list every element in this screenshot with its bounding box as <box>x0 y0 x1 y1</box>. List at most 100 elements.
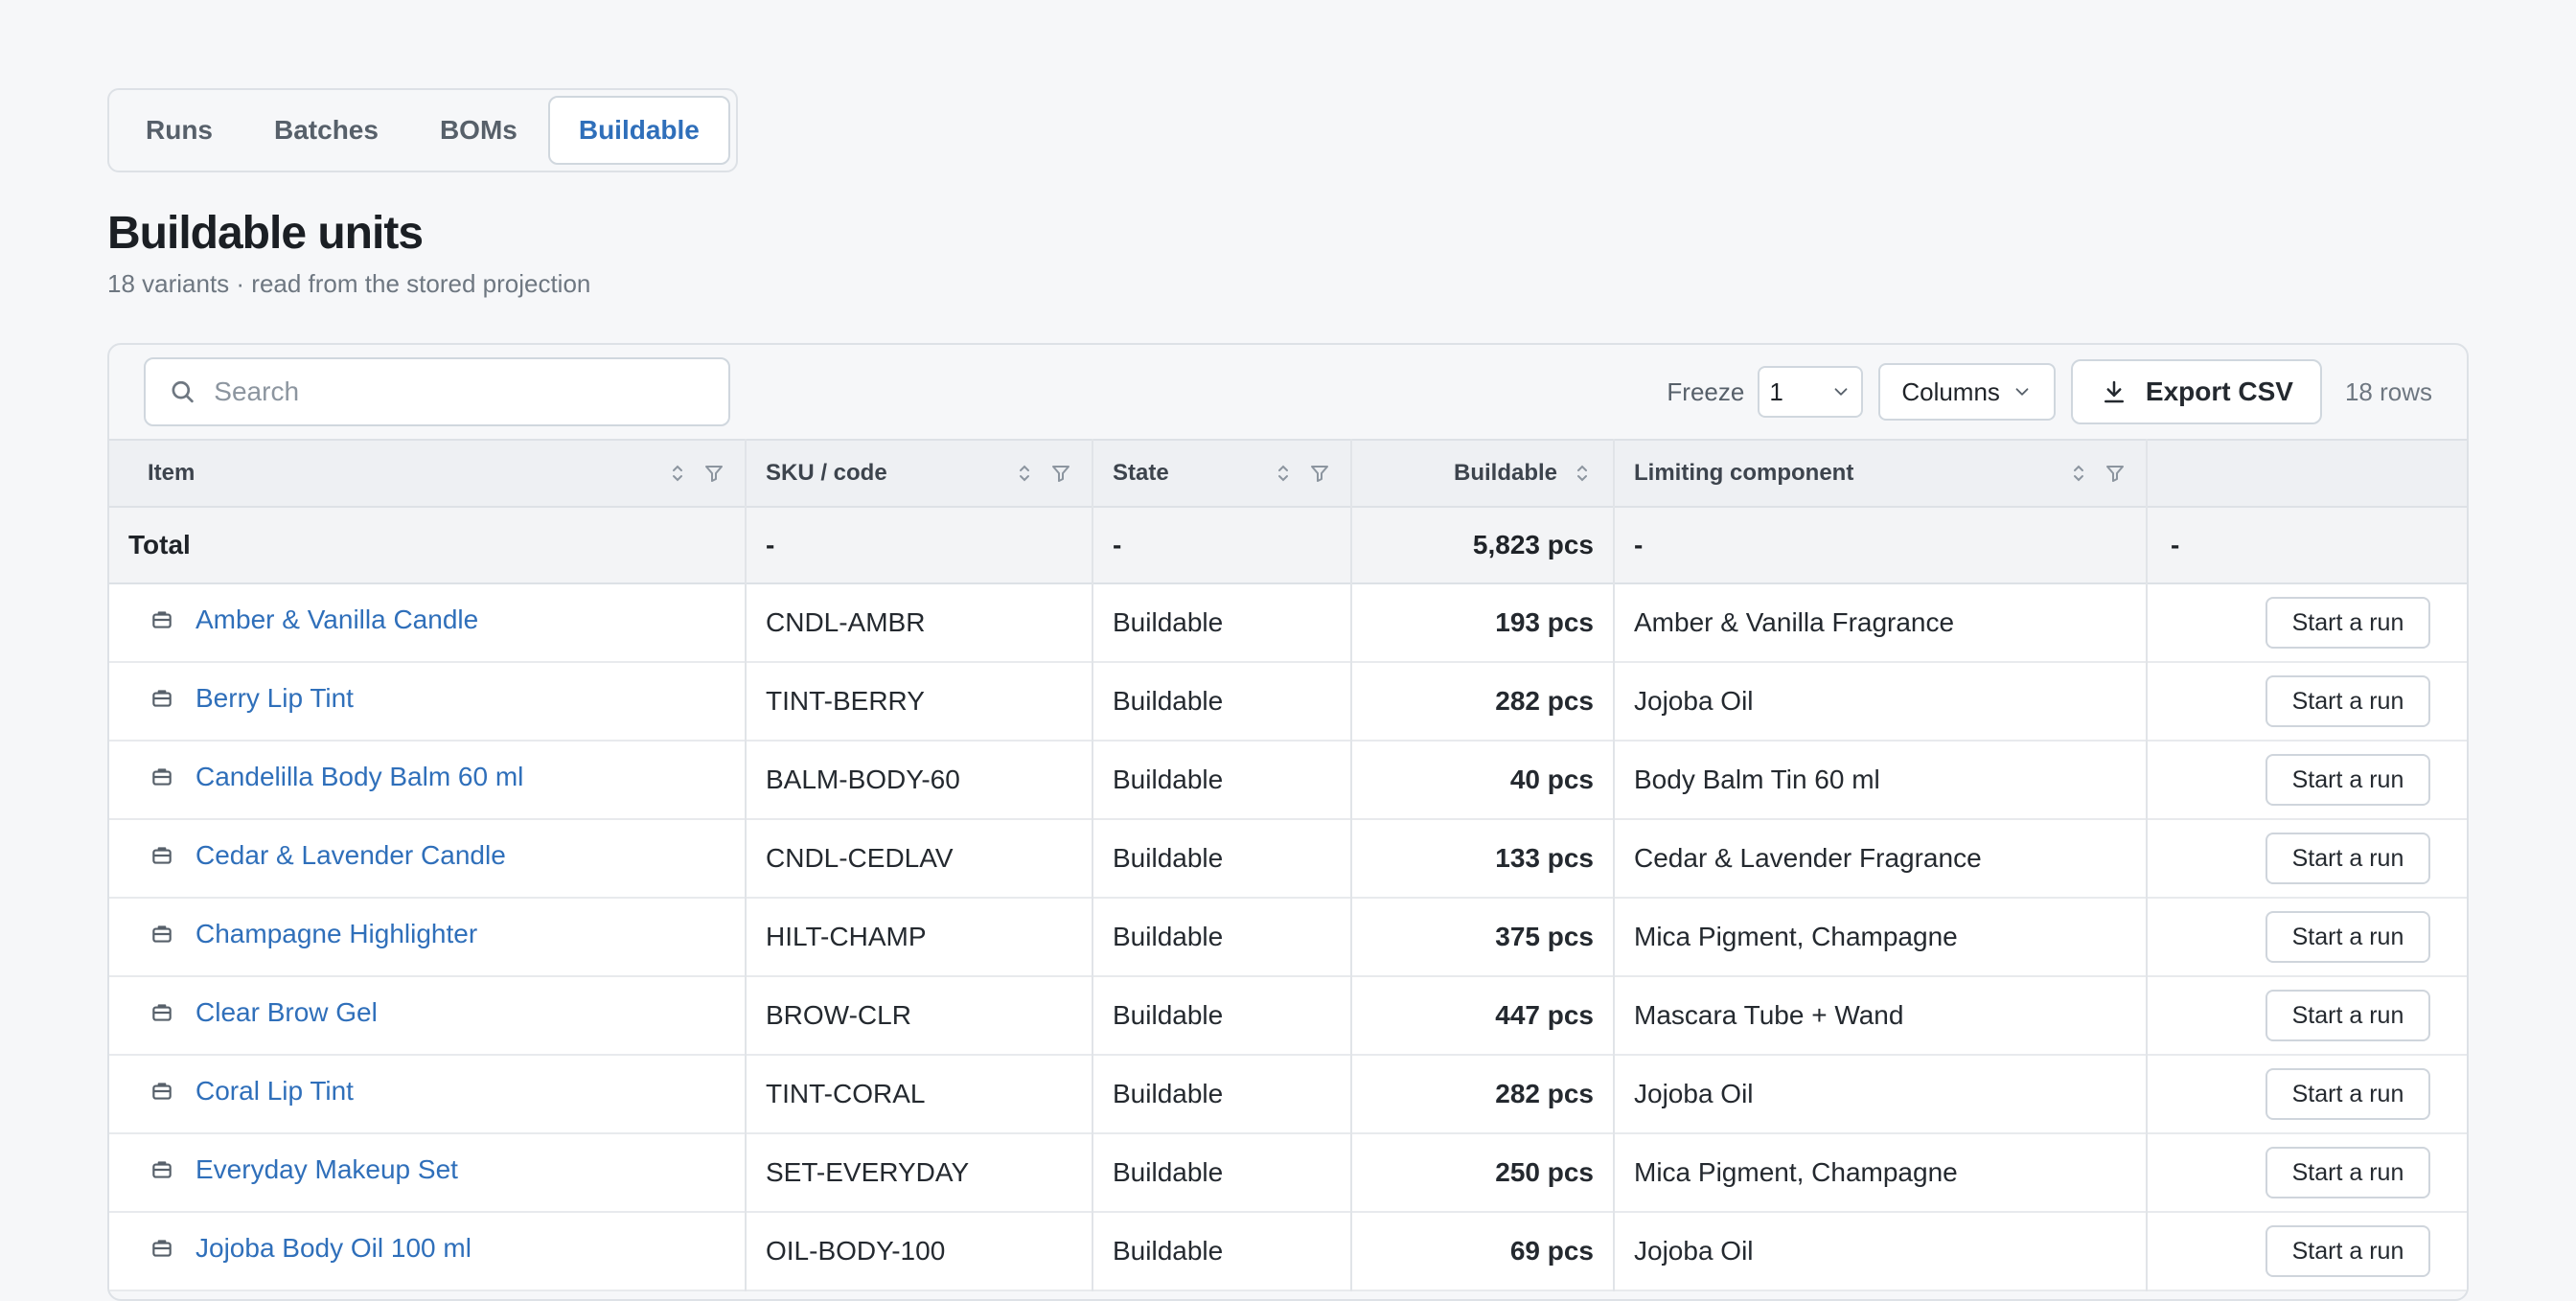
state-cell: Buildable <box>1092 583 1352 662</box>
filter-icon[interactable] <box>1049 462 1072 485</box>
item-wrap: Cedar & Lavender Candle <box>128 840 725 871</box>
table-row: Berry Lip Tint TINT-BERRY Buildable 282 pcs… <box>109 662 2467 741</box>
column-label: State <box>1113 460 1169 486</box>
item-link[interactable]: Amber & Vanilla Candle <box>196 605 478 635</box>
start-run-button[interactable]: Start a run <box>2266 597 2430 649</box>
package-icon <box>152 690 172 707</box>
item-link[interactable]: Champagne Highlighter <box>196 919 477 949</box>
package-icon <box>152 768 172 786</box>
column-header-item[interactable]: Item <box>109 440 747 507</box>
filter-icon[interactable] <box>1308 462 1331 485</box>
package-icon <box>152 925 172 943</box>
sort-icon[interactable] <box>1272 462 1295 485</box>
item-cell: Berry Lip Tint <box>109 662 747 741</box>
action-cell: Start a run <box>2147 1055 2467 1133</box>
action-cell: Start a run <box>2147 583 2467 662</box>
freeze-value: 1 <box>1769 377 1783 406</box>
item-cell: Amber & Vanilla Candle <box>109 583 747 662</box>
search-box[interactable] <box>144 357 730 426</box>
item-link[interactable]: Jojoba Body Oil 100 ml <box>196 1233 472 1264</box>
limiting-component-cell: Body Balm Tin 60 ml <box>1614 741 2148 819</box>
action-cell: Start a run <box>2147 662 2467 741</box>
export-csv-button[interactable]: Export CSV <box>2070 359 2322 424</box>
action-cell: Start a run <box>2147 1212 2467 1290</box>
state-cell: Buildable <box>1092 1055 1352 1133</box>
action-cell: Start a run <box>2147 976 2467 1055</box>
page-title: Buildable units <box>107 208 424 259</box>
start-run-button[interactable]: Start a run <box>2266 911 2430 963</box>
buildable-table: Item SKU / code State Buildable Limiting… <box>109 439 2467 1291</box>
download-icon <box>2104 380 2124 403</box>
buildable-cell: 250 pcs <box>1351 1133 1615 1212</box>
item-link[interactable]: Cedar & Lavender Candle <box>196 840 506 871</box>
item-cell: Jojoba Body Oil 100 ml <box>109 1212 747 1290</box>
table-row: Candelilla Body Balm 60 ml BALM-BODY-60 Bu… <box>109 741 2467 819</box>
column-header-buildable[interactable]: Buildable <box>1351 440 1615 507</box>
sku-cell: OIL-BODY-100 <box>746 1212 1093 1290</box>
start-run-button[interactable]: Start a run <box>2266 675 2430 727</box>
column-header-limiting-component[interactable]: Limiting component <box>1614 440 2148 507</box>
limiting-component-cell: Mica Pigment, Champagne <box>1614 1133 2148 1212</box>
start-run-button[interactable]: Start a run <box>2266 833 2430 884</box>
sort-icon[interactable] <box>1013 462 1036 485</box>
item-cell: Clear Brow Gel <box>109 976 747 1055</box>
table-row: Jojoba Body Oil 100 ml OIL-BODY-100 Builda… <box>109 1212 2467 1290</box>
buildable-cell: 69 pcs <box>1351 1212 1615 1290</box>
buildable-cell: 40 pcs <box>1351 741 1615 819</box>
search-input[interactable] <box>214 377 705 407</box>
package-icon <box>152 1083 172 1100</box>
start-run-button[interactable]: Start a run <box>2266 754 2430 806</box>
tab-boms[interactable]: BOMs <box>409 96 548 165</box>
start-run-button[interactable]: Start a run <box>2266 1068 2430 1120</box>
total-label: Total <box>109 507 747 583</box>
start-run-button[interactable]: Start a run <box>2266 1225 2430 1277</box>
table-row: Coral Lip Tint TINT-CORAL Buildable 282 pcs… <box>109 1055 2467 1133</box>
buildable-cell: 447 pcs <box>1351 976 1615 1055</box>
state-cell: Buildable <box>1092 819 1352 898</box>
sort-icon[interactable] <box>666 462 689 485</box>
table-toolbar: Freeze 1 Columns Export CSV 18 rows <box>109 345 2467 439</box>
item-link[interactable]: Everyday Makeup Set <box>196 1154 458 1185</box>
item-link[interactable]: Berry Lip Tint <box>196 683 354 714</box>
start-run-button[interactable]: Start a run <box>2266 990 2430 1041</box>
columns-button[interactable]: Columns <box>1878 363 2056 421</box>
table-body: Total - - 5,823 pcs - - Amber & Vanilla … <box>109 507 2467 1290</box>
column-header-sku[interactable]: SKU / code <box>746 440 1093 507</box>
item-wrap: Candelilla Body Balm 60 ml <box>128 762 725 792</box>
table-header: Item SKU / code State Buildable Limiting… <box>109 440 2467 507</box>
sku-cell: TINT-BERRY <box>746 662 1093 741</box>
tab-buildable[interactable]: Buildable <box>547 96 730 165</box>
sku-cell: CNDL-AMBR <box>746 583 1093 662</box>
package-icon <box>152 1004 172 1021</box>
limiting-component-cell: Mascara Tube + Wand <box>1614 976 2148 1055</box>
item-link[interactable]: Clear Brow Gel <box>196 997 378 1028</box>
state-cell: Buildable <box>1092 1212 1352 1290</box>
item-link[interactable]: Candelilla Body Balm 60 ml <box>196 762 523 792</box>
buildable-cell: 375 pcs <box>1351 898 1615 976</box>
page: Runs Batches BOMs Buildable Buildable un… <box>107 88 2469 1301</box>
total-buildable: 5,823 pcs <box>1351 507 1615 583</box>
chevron-down-icon <box>1834 388 1848 396</box>
item-link[interactable]: Coral Lip Tint <box>196 1076 354 1107</box>
row-count: 18 rows <box>2344 377 2432 406</box>
sort-icon[interactable] <box>2067 462 2090 485</box>
filter-icon[interactable] <box>702 462 725 485</box>
action-cell: Start a run <box>2147 819 2467 898</box>
start-run-button[interactable]: Start a run <box>2266 1147 2430 1198</box>
tab-runs[interactable]: Runs <box>115 96 243 165</box>
chevron-down-icon <box>2015 388 2029 396</box>
sort-icon[interactable] <box>1571 462 1594 485</box>
page-subtitle: 18 variants · read from the stored proje… <box>107 269 591 298</box>
table-row: Cedar & Lavender Candle CNDL-CEDLAV Builda… <box>109 819 2467 898</box>
tab-batches[interactable]: Batches <box>243 96 409 165</box>
column-header-actions <box>2147 440 2467 507</box>
item-cell: Everyday Makeup Set <box>109 1133 747 1212</box>
freeze-select[interactable]: 1 <box>1758 366 1864 418</box>
item-cell: Champagne Highlighter <box>109 898 747 976</box>
table-row: Clear Brow Gel BROW-CLR Buildable 447 pcs Ma… <box>109 976 2467 1055</box>
item-wrap: Clear Brow Gel <box>128 997 725 1028</box>
filter-icon[interactable] <box>2104 462 2127 485</box>
column-header-state[interactable]: State <box>1092 440 1352 507</box>
limiting-component-cell: Amber & Vanilla Fragrance <box>1614 583 2148 662</box>
sku-cell: BROW-CLR <box>746 976 1093 1055</box>
